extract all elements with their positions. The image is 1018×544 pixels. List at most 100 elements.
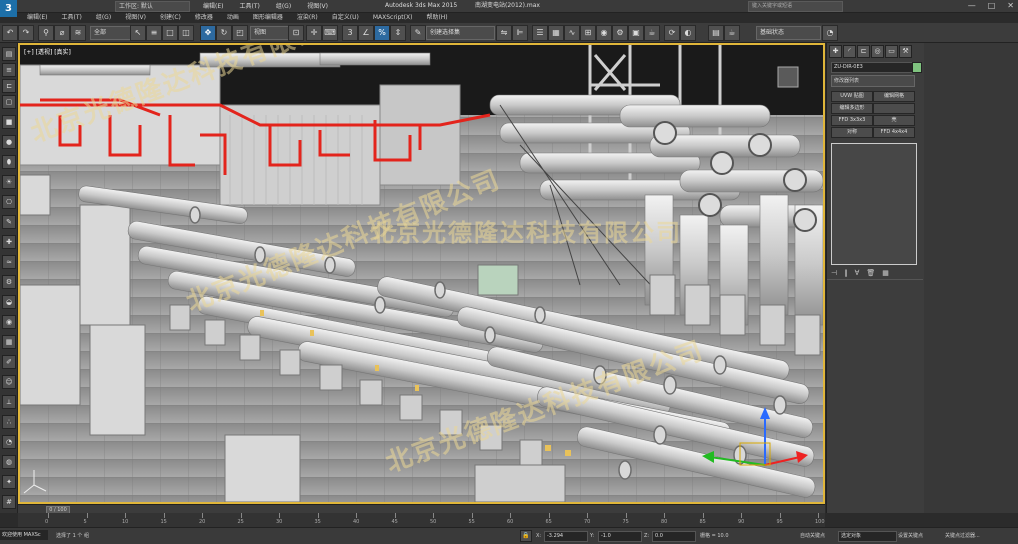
selected-dropdown[interactable]: 选定对象 [838,531,897,542]
menu-views[interactable]: 视图(V) [299,1,336,12]
workspace-dropdown[interactable]: 工作区: 默认 [115,1,190,12]
curve-editor-icon[interactable]: ∿ [564,25,580,41]
helper-icon[interactable]: ✚ [2,235,16,249]
utilities-tab-icon[interactable]: ⚒ [899,45,912,58]
close-button[interactable]: ✕ [1007,0,1014,11]
modifier-list-dropdown[interactable]: 修改器列表 [831,75,915,87]
scale-icon[interactable]: ◰ [232,25,248,41]
edit-mesh-button[interactable]: 编辑网格 [873,91,915,102]
rect-selection-icon[interactable]: □ [162,25,178,41]
environment-icon[interactable]: ◍ [2,455,16,469]
object-color-swatch[interactable] [912,62,922,73]
grid-icon[interactable]: # [2,495,16,509]
rendered-frame-icon[interactable]: ▣ [628,25,644,41]
camera-icon[interactable]: ⎔ [2,195,16,209]
spinner-snap-icon[interactable]: ⇕ [390,25,406,41]
app-logo-icon[interactable]: 3 [0,0,17,17]
display-tab-icon[interactable]: ▭ [885,45,898,58]
box-icon[interactable]: ■ [2,115,16,129]
empty-modifier-button[interactable] [873,103,915,114]
menu-edit[interactable]: 编辑(E) [195,1,231,12]
symmetry-button[interactable]: 对称 [831,127,873,138]
menu-item-customize[interactable]: 自定义(U) [325,12,366,23]
select-manipulate-icon[interactable]: ✛ [306,25,322,41]
spacewarp-icon[interactable]: ≈ [2,255,16,269]
menu-item-tools[interactable]: 工具(T) [54,12,88,23]
light-icon[interactable]: ☀ [2,175,16,189]
layer-manager-icon[interactable]: ☰ [532,25,548,41]
y-coord-field[interactable]: -1.0 [598,531,642,542]
undo-icon[interactable]: ↶ [2,25,18,41]
character-icon[interactable]: ☺ [2,375,16,389]
render-iterative-icon[interactable]: ⟳ [664,25,680,41]
render-setup-icon[interactable]: ⚙ [612,25,628,41]
named-selection-dropdown[interactable]: 创建选择集 [426,26,495,40]
pivot-center-icon[interactable]: ⊡ [288,25,304,41]
modifier-stack[interactable] [831,143,917,265]
render-production-icon[interactable]: ☕ [644,25,660,41]
pin-stack-icon[interactable]: ⊣ [831,269,837,277]
shell-button[interactable]: 壳 [873,115,915,126]
make-unique-icon[interactable]: ∀ [855,269,860,277]
menu-tools[interactable]: 工具(T) [231,1,267,12]
sphere-icon[interactable]: ● [2,135,16,149]
menu-item-maxscript[interactable]: MAXScript(X) [366,12,420,23]
maxscript-listener[interactable]: 欢迎使用 MAXSc [0,530,48,540]
menu-item-graph-editors[interactable]: 图形编辑器 [246,12,290,23]
track-bar[interactable]: 0 5 10 15 20 25 30 35 40 45 50 55 60 65 70 75 80 85 90 95 10… [18,513,825,527]
select-by-name-icon[interactable]: ≡ [146,25,162,41]
texture-icon[interactable]: ▦ [2,335,16,349]
viewport-label[interactable]: [+] [透视] [真实] [24,47,71,56]
align-icon[interactable]: ⊫ [512,25,528,41]
search-input[interactable]: 键入关键字或短语 [748,1,843,12]
redo-icon[interactable]: ↷ [18,25,34,41]
ref-coord-dropdown[interactable]: 视图 [250,26,289,40]
render-preset-dropdown[interactable]: 基础状态 [756,26,821,40]
create-tab-icon[interactable]: ✚ [829,45,842,58]
window-crossing-icon[interactable]: ◫ [178,25,194,41]
x-coord-field[interactable]: -3.294 [544,531,588,542]
activeshade-icon[interactable]: ◐ [680,25,696,41]
remove-modifier-icon[interactable]: 🗑 [866,269,875,277]
bind-spacewarp-icon[interactable]: ≋ [70,25,86,41]
menu-item-rendering[interactable]: 渲染(R) [290,12,325,23]
teapot-icon[interactable]: ☕ [724,25,740,41]
scene-explorer-icon[interactable]: ▤ [2,47,16,61]
layer-icon[interactable]: ≡ [2,63,16,77]
menu-item-create[interactable]: 创建(C) [153,12,188,23]
cylinder-icon[interactable]: ⬮ [2,155,16,169]
uvw-map-button[interactable]: UVW 贴图 [831,91,873,102]
motion-tab-icon[interactable]: ◎ [871,45,884,58]
z-coord-field[interactable]: 0.0 [652,531,696,542]
systems-icon[interactable]: ⚙ [2,275,16,289]
material-editor-icon[interactable]: ◉ [596,25,612,41]
keyboard-shortcut-icon[interactable]: ⌨ [322,25,338,41]
menu-item-views[interactable]: 视图(V) [118,12,153,23]
particle-icon[interactable]: ∴ [2,415,16,429]
menu-group[interactable]: 组(G) [268,1,299,12]
ffd-444-button[interactable]: FFD 4x4x4 [873,127,915,138]
menu-item-animation[interactable]: 动画 [220,12,246,23]
show-end-result-icon[interactable]: ‖ [844,269,848,277]
menu-item-modifiers[interactable]: 修改器 [188,12,220,23]
edit-named-sel-icon[interactable]: ✎ [410,25,426,41]
configure-sets-icon[interactable]: ▦ [882,269,889,277]
shape-icon[interactable]: ✎ [2,215,16,229]
paint-icon[interactable]: ✐ [2,355,16,369]
render-icon-left[interactable]: ◔ [2,435,16,449]
minimize-button[interactable]: — [968,0,976,11]
object-name-field[interactable]: ZU-DIR-0E3 [831,62,913,73]
effects-icon[interactable]: ✦ [2,475,16,489]
mirror-icon[interactable]: ⇋ [496,25,512,41]
menu-item-group[interactable]: 组(G) [89,12,118,23]
key-filters-button[interactable]: 关键点过滤器... [945,531,980,541]
menu-item-help[interactable]: 帮助(H) [419,12,454,23]
display-icon[interactable]: ▢ [2,95,16,109]
maximize-button[interactable]: □ [988,0,996,11]
schematic-view-icon[interactable]: ⊞ [580,25,596,41]
move-icon[interactable]: ✥ [200,25,216,41]
link-icon[interactable]: ⚲ [38,25,54,41]
ffd-333-button[interactable]: FFD 3x3x3 [831,115,873,126]
percent-snap-icon[interactable]: % [374,25,390,41]
angle-snap-icon[interactable]: ∠ [358,25,374,41]
